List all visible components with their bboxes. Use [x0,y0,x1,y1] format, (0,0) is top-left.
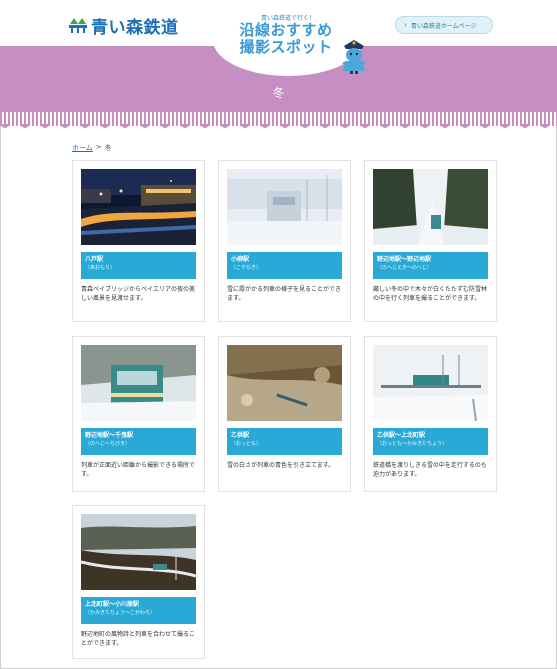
spot-reading: （こやなぎ） [231,265,262,271]
spot-label: 上北町駅〜小川原駅 （かみきたちょう〜こがわら） [81,597,196,624]
breadcrumb-current: 冬 [104,144,112,152]
spot-photo-night [81,169,196,245]
tree-logo-icon [69,18,87,33]
spot-card[interactable]: 乙供駅〜上北町駅 （おっとも〜かみきたちょう） 鉄道橋を渡りしきる雪の中を走行す… [364,336,497,492]
feature-title-line2: 撮影スポット [239,38,333,56]
homepage-link-button[interactable]: › 青い森鉄道ホームページ [395,16,493,34]
spot-description: 雪に霞がかる列車の様子を見ることができます。 [227,286,342,302]
spot-name: 野辺地駅〜野辺地駅 [377,256,432,263]
spot-photo-train-front [81,345,196,421]
spot-description: 列車が正面近い距離から撮影できる場所です。 [81,462,195,478]
spot-photo-forest [373,169,488,245]
spot-description: 厳しい冬の中で木々が白くたたずむ防雪林の中を行く列車を撮ることができます。 [373,286,488,302]
breadcrumb-separator: > [95,143,102,151]
spot-reading: （おっとも） [231,441,262,447]
logo-text: 青い森鉄道 [91,17,179,38]
spot-reading: （のへじ〜ちびき） [85,441,131,447]
breadcrumb: ホーム > 冬 [72,143,112,153]
site-logo[interactable]: 青い森鉄道 [68,14,179,38]
spot-photo-bridge [373,345,488,421]
spot-reading: （のへじえき〜のへじ） [377,265,432,271]
feature-title: 沿線おすすめ 撮影スポット [222,22,350,56]
spot-description: 青森ベイブリッジからベイエリアの夜の美しい風景を見渡せます。 [81,286,195,302]
homepage-link-label: 青い森鉄道ホームページ [410,22,477,30]
spot-photo-snow [227,169,342,245]
wave-border [0,124,557,128]
spot-name: 八戸駅 [85,256,104,263]
spot-reading: （かみきたちょう〜こがわら） [85,610,156,616]
spot-label: 乙供駅 （おっとも） [227,428,342,455]
spot-name: 上北町駅〜小川原駅 [85,601,140,608]
spot-card[interactable]: 乙供駅 （おっとも） 雪の白さが列車の青色を引き立てます。 [218,336,351,492]
spot-description: 野辺地町の風物詩と列車を合わせて撮ることができます。 [81,631,196,647]
spot-photo-hill [227,345,342,421]
spot-reading: （おっとも〜かみきたちょう） [377,441,448,447]
season-heading: 冬 [272,86,285,100]
spot-photo-valley [81,514,196,590]
feature-title-line1: 沿線おすすめ [239,21,333,39]
spot-card[interactable]: 小柳駅 （こやなぎ） 雪に霞がかる列車の様子を見ることができます。 [218,160,351,322]
spot-name: 乙供駅 [231,432,250,439]
spot-card[interactable]: 上北町駅〜小川原駅 （かみきたちょう〜こがわら） 野辺地町の風物詩と列車を合わせ… [72,505,205,659]
spot-label: 八戸駅 （あおもり） [81,252,196,279]
spot-name: 小柳駅 [231,256,250,263]
spot-label: 小柳駅 （こやなぎ） [227,252,342,279]
spot-name: 野辺地駅〜千曳駅 [85,432,134,439]
spot-label: 乙供駅〜上北町駅 （おっとも〜かみきたちょう） [373,428,488,455]
spot-card[interactable]: 八戸駅 （あおもり） 青森ベイブリッジからベイエリアの夜の美しい風景を見渡せます… [72,160,205,322]
spot-card[interactable]: 野辺地駅〜野辺地駅 （のへじえき〜のへじ） 厳しい冬の中で木々が白くたたずむ防雪… [364,160,497,322]
spot-label: 野辺地駅〜千曳駅 （のへじ〜ちびき） [81,428,196,455]
breadcrumb-home-link[interactable]: ホーム [72,143,93,153]
mascot-icon [342,40,366,74]
spot-name: 乙供駅〜上北町駅 [377,432,426,439]
chevron-right-icon: › [404,21,407,29]
spot-card[interactable]: 野辺地駅〜千曳駅 （のへじ〜ちびき） 列車が正面近い距離から撮影できる場所です。 [72,336,205,492]
spot-reading: （あおもり） [85,265,116,271]
spot-description: 雪の白さが列車の青色を引き立てます。 [227,462,335,469]
spot-label: 野辺地駅〜野辺地駅 （のへじえき〜のへじ） [373,252,488,279]
spot-description: 鉄道橋を渡りしきる雪の中を走行するのも迫力があります。 [373,462,487,478]
